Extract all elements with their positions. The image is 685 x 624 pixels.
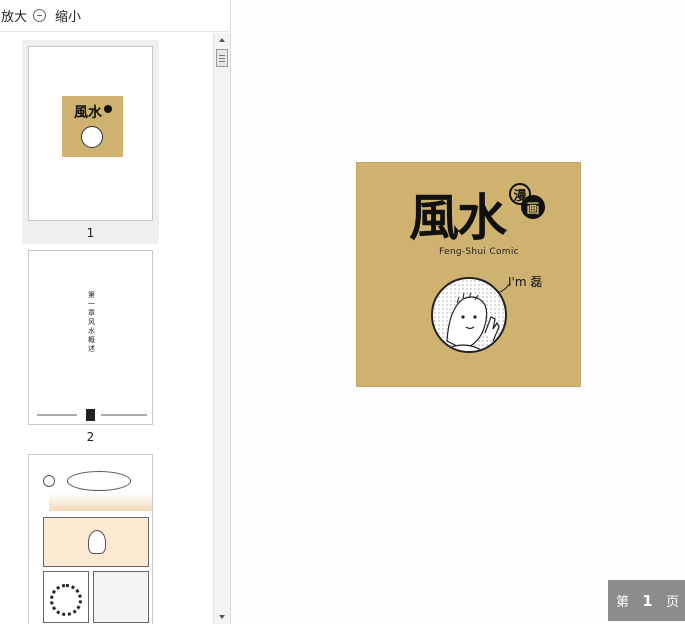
thumbnail-toolbar: 放大 缩小 [0,0,231,32]
thumbnail-3-panel-3 [43,571,89,623]
thumbnail-1-face [81,126,103,148]
zoom-out-button[interactable]: 缩小 [27,6,81,25]
thumbnail-3-character [43,475,55,487]
zoom-in-label: 放大 [1,10,28,25]
thumbnail-3-speech-bubble [67,471,131,491]
thumbnail-2-logo [86,409,95,421]
page-prefix: 第 [616,595,630,610]
thumbnail-sidebar: 放大 缩小 風水 1 第一章 风水概述 2 [0,0,231,624]
thumbnail-3-figure [88,530,106,554]
thumbnail-3-panel-1 [49,493,152,511]
thumbnail-1-preview: 風水 [28,46,153,221]
thumbnail-1-number: 1 [86,226,95,240]
thumbnail-3-compass [50,584,82,616]
zoom-out-label: 缩小 [55,10,82,25]
thumbnail-3-preview [28,454,153,624]
thumbnail-list: 風水 1 第一章 风水概述 2 [0,33,213,624]
scrollbar-thumb[interactable] [216,49,228,67]
thumbnail-page-3[interactable] [22,448,159,624]
scroll-up-arrow-icon[interactable] [219,38,225,42]
current-page-number: 1 [642,591,653,610]
thumbnail-1-cover: 風水 [62,96,123,157]
thumbnail-1-title: 風水 [74,105,102,121]
thumbnail-scrollbar[interactable] [213,33,230,624]
zoom-in-button[interactable]: 放大 [1,6,27,25]
cover-subtitle: Feng-Shui Comic [439,247,519,257]
page-indicator: 第 1 页 [608,580,685,621]
scroll-down-arrow-icon[interactable] [219,615,225,619]
document-viewer[interactable]: 風水 漫 画 Feng-Shui Comic I'm 磊 第 1 页 [232,0,685,624]
thumbnail-1-badge [104,105,112,113]
thumbnail-page-1[interactable]: 風水 1 [22,40,159,244]
thumbnail-2-footer-right [101,414,147,416]
thumbnail-2-chapter: 第一章 风水概述 [88,291,95,353]
thumbnail-2-number: 2 [86,430,95,444]
cover-title: 風水 [409,188,507,247]
thumbnail-page-2[interactable]: 第一章 风水概述 2 [22,244,159,448]
cartoon-face-icon [431,277,507,353]
zoom-out-icon [33,9,47,22]
thumbnail-3-panel-4 [93,571,149,623]
thumbnail-2-preview: 第一章 风水概述 [28,250,153,425]
thumbnail-3-panel-2 [43,517,149,567]
cover-image: 風水 漫 画 Feng-Shui Comic I'm 磊 [356,162,581,387]
cover-badge-hua: 画 [521,195,545,219]
thumbnail-2-footer-left [37,414,77,416]
page-suffix: 页 [665,595,679,610]
